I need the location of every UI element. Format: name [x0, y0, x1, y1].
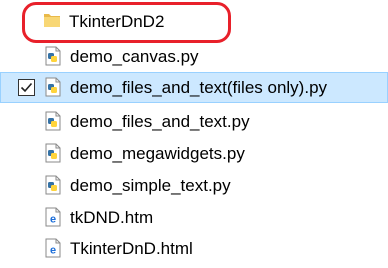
file-row[interactable]: demo_megawidgets.py: [0, 138, 388, 169]
python-file-icon: [45, 77, 61, 97]
folder-icon: [44, 14, 60, 27]
file-row[interactable]: e TkinterDnD.html: [0, 233, 388, 264]
file-row[interactable]: demo_files_and_text.py: [0, 106, 388, 137]
file-name: demo_simple_text.py: [70, 176, 231, 195]
svg-text:e: e: [50, 214, 56, 226]
python-file-icon: [45, 143, 61, 163]
python-file-icon: [45, 111, 61, 131]
file-name: demo_megawidgets.py: [70, 144, 245, 163]
file-name: demo_files_and_text.py: [70, 112, 250, 131]
file-name: tkDND.htm: [70, 208, 154, 227]
file-row[interactable]: e tkDND.htm: [0, 202, 388, 233]
file-list: TkinterDnD2 demo_canvas.py demo_files_an…: [0, 0, 388, 268]
file-row[interactable]: demo_simple_text.py: [0, 170, 388, 201]
file-name: demo_canvas.py: [70, 47, 199, 66]
file-name: TkinterDnD.html: [70, 239, 193, 258]
svg-text:e: e: [50, 245, 56, 257]
file-row-selected[interactable]: demo_files_and_text(files only).py: [0, 72, 388, 103]
folder-row[interactable]: TkinterDnD2: [0, 6, 388, 37]
python-file-icon: [45, 46, 61, 66]
edge-html-icon: e: [45, 238, 61, 258]
file-row[interactable]: demo_canvas.py: [0, 41, 388, 72]
file-name: demo_files_and_text(files only).py: [70, 78, 328, 97]
python-file-icon: [45, 175, 61, 195]
folder-name: TkinterDnD2: [69, 12, 165, 31]
checkbox-checked-icon[interactable]: [18, 79, 35, 96]
edge-html-icon: e: [45, 207, 61, 227]
